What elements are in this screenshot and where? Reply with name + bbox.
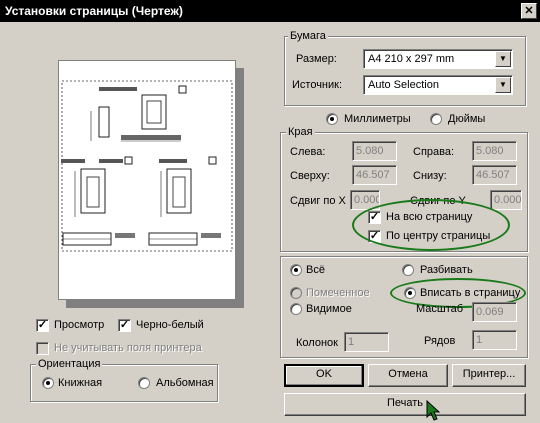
orientation-landscape-radio[interactable]	[138, 377, 150, 389]
drawing-thumbnail	[61, 80, 233, 252]
shift-y-label: Сдвиг по Y	[410, 195, 466, 207]
cancel-button-label: Отмена	[388, 368, 428, 380]
printer-button[interactable]: Принтер...	[452, 364, 526, 387]
print-button[interactable]: Печать	[284, 393, 526, 416]
range-visible-radio[interactable]	[290, 303, 302, 315]
orientation-portrait-radio[interactable]	[42, 377, 54, 389]
page-preview	[58, 60, 244, 308]
paper-source-value: Auto Selection	[368, 79, 439, 91]
rows-label: Рядов	[424, 335, 456, 347]
center-page-checkbox[interactable]: ✓	[368, 230, 381, 243]
black-white-label[interactable]: Черно-белый	[136, 319, 204, 331]
range-split-label[interactable]: Разбивать	[420, 264, 473, 276]
margin-top-field[interactable]: 46.507	[352, 165, 397, 185]
range-all-label[interactable]: Всё	[306, 264, 325, 276]
rows-field[interactable]: 1	[472, 330, 517, 350]
units-inches-label[interactable]: Дюймы	[448, 113, 485, 125]
cancel-button[interactable]: Отмена	[368, 364, 448, 387]
ok-button[interactable]: OK	[284, 364, 364, 387]
margin-bottom-value: 46.507	[476, 169, 510, 181]
range-split-radio[interactable]	[402, 264, 414, 276]
ignore-printer-margins-label: Не учитывать поля принтера	[54, 342, 202, 354]
margin-bottom-field[interactable]: 46.507	[472, 165, 517, 185]
page-sheet	[58, 60, 236, 300]
scale-label: Масштаб	[416, 303, 464, 315]
units-millimeters-label[interactable]: Миллиметры	[344, 113, 411, 125]
margin-left-field[interactable]: 5.080	[352, 141, 397, 161]
shift-y-field[interactable]: 0.000	[490, 190, 522, 210]
columns-label: Колонок	[296, 337, 338, 349]
dropdown-arrow-icon[interactable]: ▼	[495, 51, 511, 67]
close-icon: ✕	[524, 5, 534, 17]
ok-button-label: OK	[316, 368, 332, 380]
page-setup-dialog: Установки страницы (Чертеж) ✕ Бумага Раз…	[0, 0, 540, 423]
margin-left-value: 5.080	[356, 145, 384, 157]
margin-right-label: Справа:	[413, 146, 455, 158]
close-button[interactable]: ✕	[521, 3, 537, 19]
paper-group	[284, 36, 526, 106]
preview-label[interactable]: Просмотр	[54, 319, 104, 331]
mouse-pointer-icon	[426, 400, 441, 421]
margin-right-value: 5.080	[476, 145, 504, 157]
center-page-label[interactable]: По центру страницы	[386, 230, 490, 242]
columns-field[interactable]: 1	[344, 332, 389, 352]
shift-x-value: 0.000	[354, 194, 380, 206]
units-millimeters-radio[interactable]	[326, 113, 338, 125]
range-all-radio[interactable]	[290, 264, 302, 276]
printer-button-label: Принтер...	[462, 368, 516, 380]
fit-page-checkbox[interactable]: ✓	[368, 211, 381, 224]
range-visible-label[interactable]: Видимое	[306, 303, 352, 315]
margin-bottom-label: Снизу:	[413, 170, 447, 182]
paper-group-title: Бумага	[288, 30, 328, 42]
units-inches-radio[interactable]	[430, 113, 442, 125]
paper-source-label: Источник:	[292, 79, 343, 91]
orientation-landscape-label[interactable]: Альбомная	[156, 377, 214, 389]
title-bar: Установки страницы (Чертеж) ✕	[0, 0, 540, 22]
paper-source-select[interactable]: Auto Selection ▼	[363, 75, 513, 95]
range-selected-radio	[290, 287, 302, 299]
columns-value: 1	[348, 336, 355, 348]
margin-top-value: 46.507	[356, 169, 390, 181]
window-title: Установки страницы (Чертеж)	[5, 4, 183, 18]
paper-size-select[interactable]: A4 210 x 297 mm ▼	[363, 49, 513, 69]
ignore-printer-margins-checkbox	[36, 342, 49, 355]
black-white-checkbox[interactable]: ✓	[118, 319, 131, 332]
scale-value: 0.069	[476, 306, 504, 318]
margin-right-field[interactable]: 5.080	[472, 141, 517, 161]
shift-y-value: 0.000	[494, 194, 522, 206]
range-fit-radio[interactable]	[404, 287, 416, 299]
orientation-portrait-label[interactable]: Книжная	[58, 377, 102, 389]
margin-top-label: Сверху:	[290, 170, 330, 182]
paper-size-label: Размер:	[296, 53, 337, 65]
scale-field[interactable]: 0.069	[472, 302, 517, 322]
rows-value: 1	[476, 334, 483, 346]
shift-x-field[interactable]: 0.000	[350, 190, 380, 210]
paper-size-value: A4 210 x 297 mm	[368, 53, 455, 65]
range-selected-label: Помеченное	[306, 287, 370, 299]
orientation-group-title: Ориентация	[36, 358, 103, 370]
dropdown-arrow-icon[interactable]: ▼	[495, 77, 511, 93]
fit-page-label[interactable]: На всю страницу	[386, 211, 472, 223]
margin-left-label: Слева:	[290, 146, 326, 158]
margins-group-title: Края	[286, 126, 315, 138]
print-button-label: Печать	[386, 397, 424, 409]
preview-checkbox[interactable]: ✓	[36, 319, 49, 332]
range-fit-label[interactable]: Вписать в страницу	[420, 287, 520, 299]
shift-x-label: Сдвиг по X	[290, 195, 346, 207]
